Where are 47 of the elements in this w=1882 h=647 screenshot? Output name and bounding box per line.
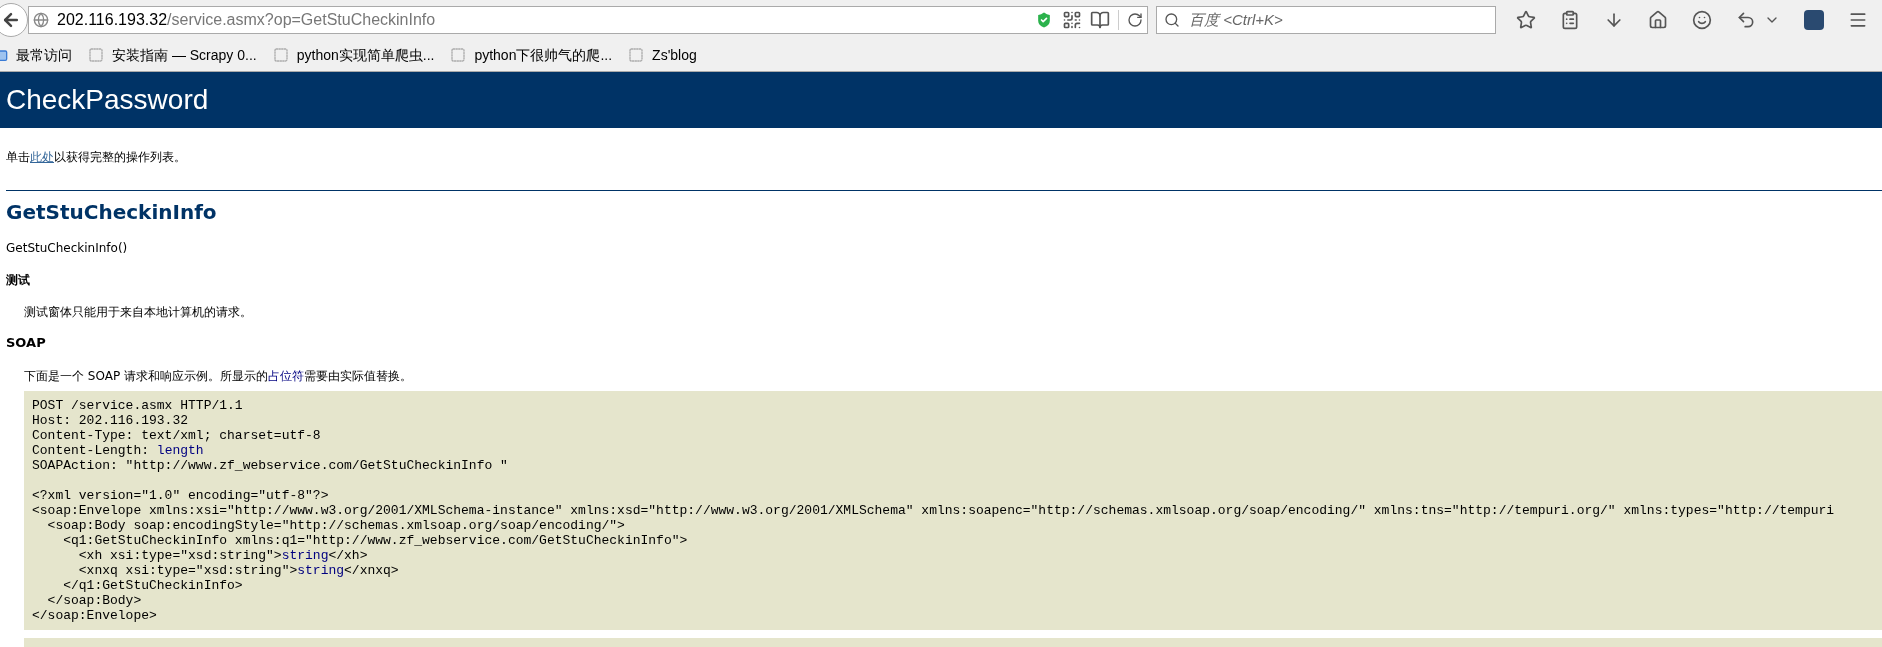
clipboard-icon[interactable] xyxy=(1560,9,1580,30)
code-line: Content-Length: length xyxy=(32,442,205,458)
test-heading: 测试 xyxy=(6,272,31,289)
bookmark[interactable]: Zs'blog xyxy=(628,44,697,66)
code-line: <soap:Body soap:encodingStyle="http://schemas.xmlsoap.org/soap/encoding/"> xyxy=(46,517,626,533)
placeholder-link[interactable]: 占位符 xyxy=(267,368,304,383)
code-line: <q1:GetStuCheckinInfo xmlns:q1="http://www.zf_webservice.com/GetStuCheckinInfo"> xyxy=(62,532,689,548)
code-line: Content-Type: text/xml; charset=utf-8 xyxy=(32,427,322,443)
dashed-square-icon xyxy=(88,47,104,64)
code-line: <?xml version="1.0" encoding="utf-8"?> xyxy=(32,487,330,503)
code-line: </q1:GetStuCheckinInfo> xyxy=(62,577,244,593)
test-text: 测试窗体只能用于来自本地计算机的请求。 xyxy=(24,304,253,321)
url-text: 202.116.193.32/service.asmx?op=GetStuCheckinInfo xyxy=(57,9,436,30)
here-link[interactable]: 此处 xyxy=(30,150,54,164)
address-bar[interactable]: 202.116.193.32/service.asmx?op=GetStuCheckinInfo xyxy=(28,5,1148,34)
dashed-square-icon xyxy=(628,47,645,64)
code-line: </soap:Body> xyxy=(46,592,143,608)
smiley-icon[interactable] xyxy=(1692,9,1712,30)
operation-signature: GetStuCheckinInfo() xyxy=(6,240,129,257)
globe-icon xyxy=(33,11,49,28)
code-line: <xnxq xsi:type="xsd:string">string</xnxq> xyxy=(77,562,400,578)
dashed-square-icon xyxy=(272,47,289,64)
home-icon[interactable] xyxy=(1648,9,1668,30)
bookmark[interactable]: python实现简单爬虫... xyxy=(272,44,435,66)
bookmark[interactable]: 安装指南 — Scrapy 0... xyxy=(88,44,257,66)
search-field[interactable]: 百度 <Ctrl+K> xyxy=(1156,5,1496,34)
dashed-square-icon xyxy=(450,47,467,64)
page-title: CheckPassword xyxy=(6,83,209,117)
code-line: Host: 202.116.193.32 xyxy=(32,412,190,428)
soap-text: 下面是一个 SOAP 请求和响应示例。所显示的占位符需要由实际值替换。 xyxy=(24,367,413,385)
search-icon xyxy=(1164,11,1180,28)
reload-icon[interactable] xyxy=(1127,11,1143,28)
code-line: <soap:Envelope xmlns:xsi="http://www.w3.org/2001/XMLSchema-instance" xmlns:xsd="http://www.w3.org/2001/XMLSchema" xmlns:soapenc="http://schemas.xmlsoap.org/soap/encoding/" xmlns:tns="http://tempuri.org/" xmlns:types="http://tempuri xyxy=(32,502,1836,518)
code-line: </soap:Envelope> xyxy=(32,607,158,623)
bookmark[interactable]: python下很帅气的爬... xyxy=(450,44,613,66)
intro-text: 单击此处以获得完整的操作列表。 xyxy=(6,149,187,166)
operation-heading: GetStuCheckinInfo xyxy=(6,199,218,226)
qr-code-icon[interactable] xyxy=(1062,9,1082,30)
undo-icon[interactable] xyxy=(1736,9,1756,30)
soap-heading: SOAP xyxy=(6,334,47,352)
code-line: <xh xsi:type="xsd:string">string</xh> xyxy=(77,547,369,563)
code-line: POST /service.asmx HTTP/1.1 xyxy=(32,397,244,413)
reader-icon[interactable] xyxy=(1090,9,1110,30)
back-button[interactable] xyxy=(0,2,28,37)
bookmark[interactable]: 最常访问 xyxy=(0,44,72,66)
code-line: SOAPAction: "http://www.zf_webservice.com/GetStuCheckinInfo " xyxy=(32,457,509,473)
star-icon[interactable] xyxy=(1516,9,1536,30)
